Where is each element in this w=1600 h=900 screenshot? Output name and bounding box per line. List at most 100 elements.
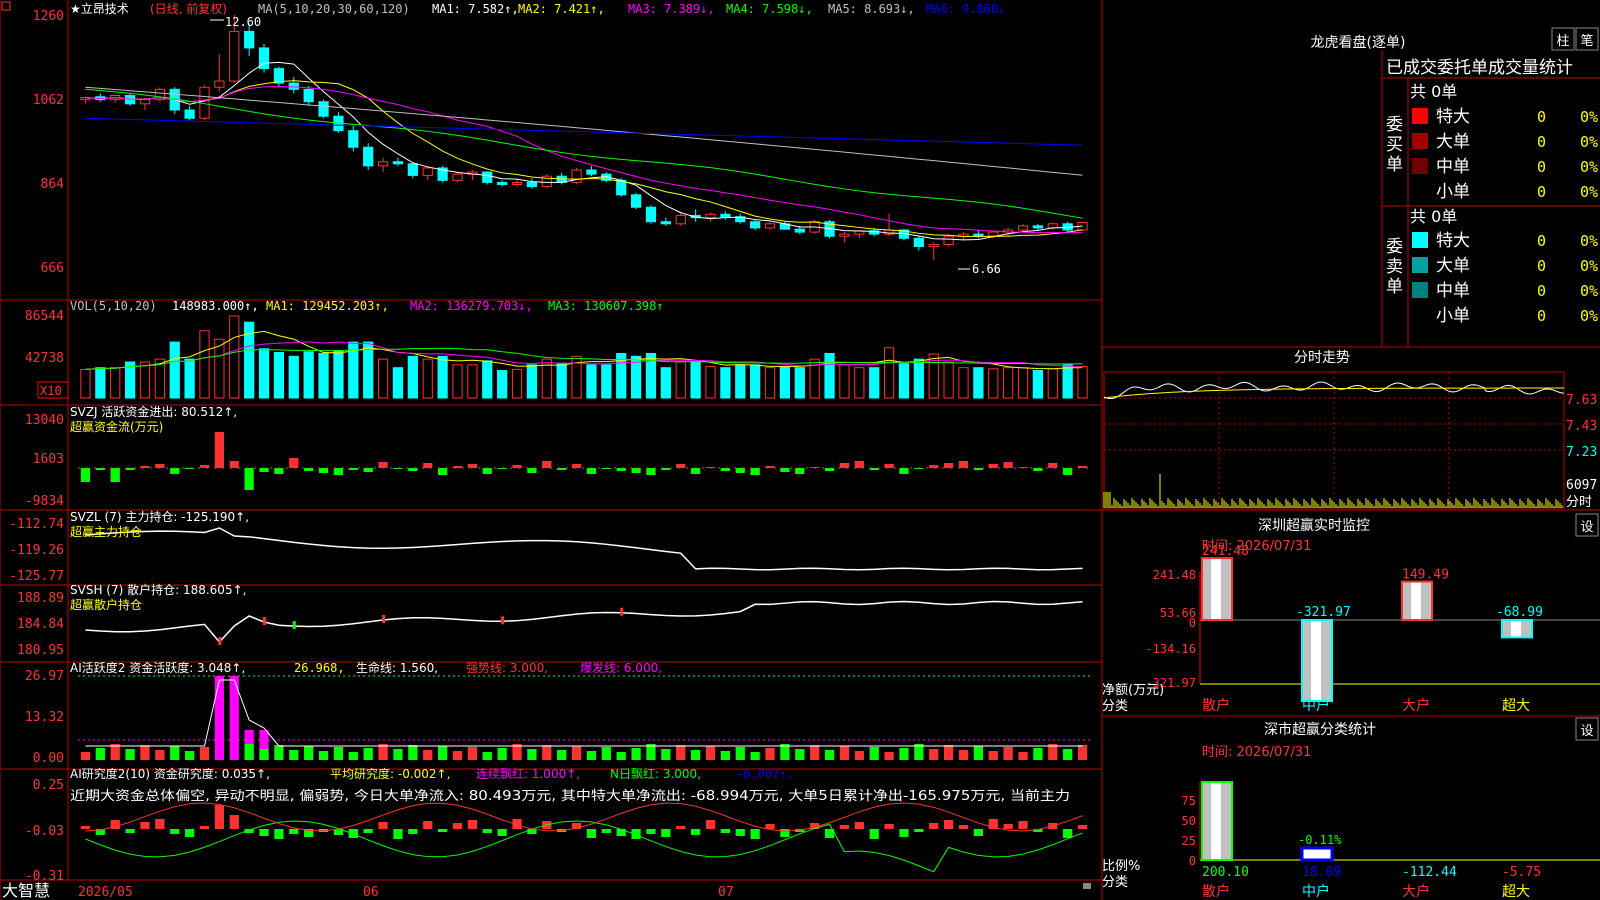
candlestick-series[interactable] [80,14,1088,270]
volume-bar [229,315,240,399]
class-value: -5.75 [1502,865,1541,880]
research-bar [259,829,269,836]
research-bar [914,829,924,832]
svzj-bar [1063,468,1073,475]
period-label[interactable]: (日线, 前复权) [150,1,227,16]
research-bar [155,819,165,829]
high-price-label: 12.60 [225,15,261,29]
monitor-bar-label: 241.48 [1202,544,1249,559]
research-bar [214,805,224,829]
ai-bar [1003,747,1013,760]
ma2-value: MA2: 7.421↑, [518,2,605,16]
svzj-panel[interactable]: SVZJ 活跃资金进出: 80.512↑, 超赢资金流(万元) 13040 16… [25,404,1090,509]
monitor-title: 深圳超赢实时监控 [1258,517,1370,534]
volume-bar [913,358,924,399]
class-pct-label: -0.11% [1298,833,1342,847]
candle-body [586,169,597,175]
volume-bar [1032,370,1044,399]
svzj-bar [333,468,344,475]
volume-bar [452,364,463,399]
research-bar [140,822,150,829]
price-panel[interactable]: ★立昂技术 (日线, 前复权) MA(5,10,20,30,60,120) MA… [33,1,1088,276]
svzj-bar [839,463,850,468]
ai-bar [705,746,716,760]
price-tick: 864 [41,177,65,192]
dragon-tiger-panel[interactable]: 龙虎看盘(逐单) 柱 笔 已成交委托单成交量统计 共 0单 共 0单 委买单 委… [1311,27,1599,326]
app-logo: 大智慧 [2,881,50,900]
svsh-title: SVSH (7) 散户持仓: 188.605↑, [70,582,246,597]
volume-bar [377,358,389,399]
ai-activity-panel[interactable]: AI活跃度2 资金活跃度: 3.048↑, 26.968, 生命线: 1.560… [25,660,1090,766]
ai-bar [661,749,671,760]
svzl-tick: -112.74 [9,517,64,532]
svzj-bar [944,463,954,468]
volume-bar [883,347,895,399]
research-v5: -0.002↑, [736,767,794,781]
ai-activity-bars [78,675,1090,760]
research-panel[interactable]: AI研究度2(10) 资金研究度: 0.035↑, 平均研究度: -0.002↑… [25,766,1088,884]
svzl-panel[interactable]: SVZL (7) 主力持仓: -125.190↑, 超赢主力持仓 -112.74… [9,509,1083,584]
candle-body [660,221,671,225]
volume-panel[interactable]: VOL(5,10,20) 148983.000↑, MA1: 129452.20… [25,299,1088,399]
svzj-bar [289,458,299,468]
svsh-panel[interactable]: SVSH (7) 散户持仓: 188.605↑, 超赢散户持仓 188.89 1… [17,582,1083,658]
intraday-vol-tick: 6097 [1566,478,1597,493]
ai-bar [958,750,969,760]
stats-title: 已成交委托单成交量统计 [1386,58,1573,78]
svzj-tick: 13040 [25,413,64,428]
ai-v5: 爆发线: 6.000, [580,660,662,675]
research-bar [973,829,983,836]
order-count: 0 [1537,108,1546,126]
monitor-bar-highlight [1511,621,1521,637]
volume-bar [482,360,493,399]
vertical-label-char: 单 [1386,277,1403,297]
order-percent: 0% [1580,232,1598,250]
class-title: 深市超赢分类统计 [1264,721,1376,738]
class-ylabel: 比例% [1102,859,1140,874]
svzj-bar [691,468,701,474]
ma4-line [85,88,1083,219]
research-bar [1018,821,1028,829]
research-bar [586,829,597,838]
order-percent: 0% [1580,108,1598,126]
volume-bar [95,367,106,399]
research-title: AI研究度2(10) 资金研究度: 0.035↑, [70,766,270,781]
ai-bar [869,747,879,760]
class-category: 散户 [1202,883,1230,900]
intraday-panel[interactable]: 分时走势 7.63 7.43 7.23 6097 分时 [1103,350,1597,510]
vol-tick: 86544 [25,309,64,324]
svzj-bar [244,468,254,490]
svsh-line [85,600,1083,645]
ai-tick: 13.32 [25,710,64,725]
research-bar [735,829,745,836]
svzj-bar [512,465,522,468]
ai-bar [810,745,820,760]
svzj-bar [378,462,388,468]
candle-body [1017,225,1029,231]
volume-bar [318,352,329,399]
lock-icon[interactable] [1083,883,1091,889]
svzj-bar [1033,468,1043,471]
research-v4: N日飘红: 3.000, [610,766,701,781]
monitor-ylabel: 净额(万元) [1102,683,1164,698]
candle-body [363,146,374,167]
order-count: 0 [1537,183,1546,201]
ai-bar [185,751,195,760]
volume-bar [1077,366,1088,399]
monitor-panel[interactable]: 深圳超赢实时监控 设 时间: 2026/07/31 241.4853.660-1… [1102,513,1600,714]
candle-body [511,181,523,185]
research-bar [691,829,701,835]
candle-body [497,181,508,185]
monitor-bar-highlight [1411,582,1421,619]
classification-panel[interactable]: 深市超赢分类统计 设 时间: 2026/07/31 75 50 25 0 -0.11% 2… [1102,717,1600,900]
ai-v2: 26.968, [294,661,345,675]
research-bar [125,829,135,833]
order-count: 0 [1537,257,1546,275]
svzj-bar [631,468,641,473]
ma1-line [85,61,1083,241]
svsh-tick [292,621,296,630]
ai-bar [973,746,983,760]
order-type-label: 大单 [1436,132,1470,152]
research-bar [199,826,210,829]
ma3-value: MA3: 7.389↓, [628,2,715,16]
